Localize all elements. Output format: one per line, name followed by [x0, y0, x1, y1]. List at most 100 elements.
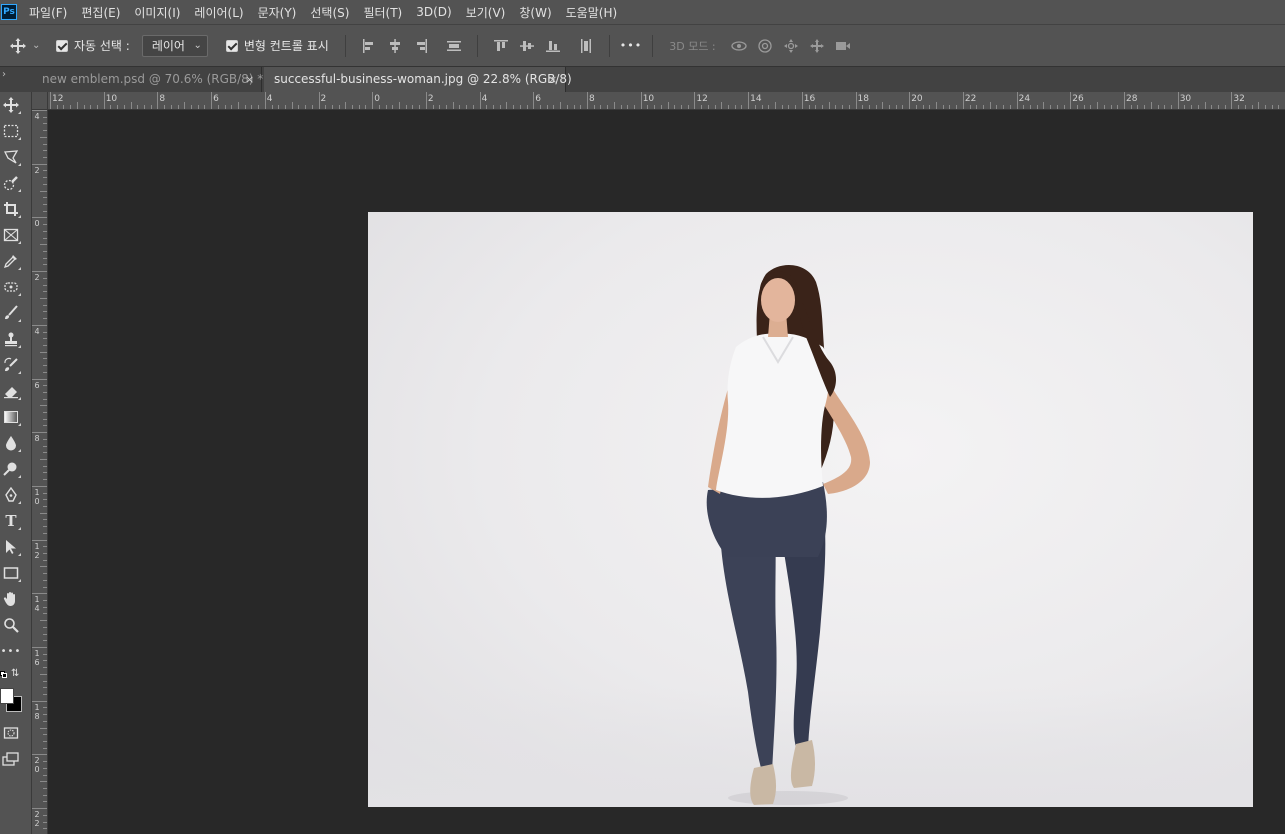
chevron-down-icon[interactable]: ⌄: [32, 40, 44, 51]
more-options-button[interactable]: •••: [620, 39, 642, 52]
menu-layer[interactable]: 레이어(L): [194, 4, 243, 21]
menu-view[interactable]: 보기(V): [466, 4, 506, 21]
foreground-color-swatch[interactable]: [0, 688, 14, 704]
clone-stamp-tool[interactable]: [0, 328, 22, 350]
ruler-minor-tick: [117, 105, 119, 109]
screen-mode-button[interactable]: [0, 748, 22, 770]
ruler-minor-tick: [486, 105, 488, 109]
auto-select-checkbox[interactable]: [56, 39, 68, 52]
menu-file[interactable]: 파일(F): [29, 4, 67, 21]
ruler-label: 2: [427, 94, 434, 104]
align-top-icon[interactable]: [491, 36, 511, 56]
ruler-origin[interactable]: [32, 92, 48, 110]
distribute-vertical-icon[interactable]: [444, 36, 464, 56]
history-brush-icon: [4, 357, 18, 372]
zoom-tool[interactable]: [0, 614, 22, 636]
slide-3d-icon[interactable]: [807, 36, 827, 56]
ruler-minor-tick: [1003, 105, 1005, 109]
patch-tool[interactable]: [0, 276, 22, 298]
ruler-minor-tick: [1110, 105, 1112, 109]
ruler-minor-tick: [43, 479, 47, 481]
brush-tool[interactable]: [0, 302, 22, 324]
menu-image[interactable]: 이미지(I): [134, 4, 180, 21]
type-tool[interactable]: T: [0, 510, 22, 532]
tab-new-emblem[interactable]: new emblem.psd @ 70.6% (RGB/8) * ×: [32, 67, 263, 93]
rectangle-tool[interactable]: [0, 562, 22, 584]
orbit-3d-icon[interactable]: [729, 36, 749, 56]
quick-selection-tool[interactable]: [0, 172, 22, 194]
ruler-minor-tick: [43, 492, 47, 494]
distribute-horizontal-icon[interactable]: [576, 36, 596, 56]
ruler-minor-tick: [452, 102, 454, 109]
menu-filter[interactable]: 필터(T): [363, 4, 402, 21]
frame-tool[interactable]: [0, 224, 22, 246]
menu-edit[interactable]: 편집(E): [81, 4, 120, 21]
roll-3d-icon[interactable]: [755, 36, 775, 56]
align-left-icon[interactable]: [359, 36, 379, 56]
hand-tool[interactable]: [0, 588, 22, 610]
ruler-minor-tick: [43, 693, 47, 695]
divider: [608, 34, 610, 57]
crop-tool[interactable]: [0, 198, 22, 220]
ruler-minor-tick: [1197, 105, 1199, 109]
ruler-label: 0: [34, 219, 40, 229]
tab-business-woman[interactable]: successful-business-woman.jpg @ 22.8% (R…: [264, 67, 572, 93]
tab-collapse-icon[interactable]: ›: [2, 69, 6, 80]
swap-colors-icon[interactable]: ⇅: [11, 668, 19, 679]
ruler-minor-tick: [848, 105, 850, 109]
close-icon[interactable]: ×: [245, 67, 254, 92]
ruler-minor-tick: [43, 311, 47, 313]
align-vertical-center-icon[interactable]: [517, 36, 537, 56]
ruler-major-tick: [32, 432, 47, 434]
canvas-area[interactable]: [48, 110, 1285, 834]
ruler-minor-tick: [734, 105, 736, 109]
menu-3d[interactable]: 3D(D): [416, 5, 451, 19]
align-bottom-icon[interactable]: [543, 36, 563, 56]
ruler-label: 26: [1072, 94, 1084, 104]
ruler-minor-tick: [707, 105, 709, 109]
ruler-minor-tick: [43, 606, 47, 608]
eraser-tool[interactable]: [0, 380, 22, 402]
pen-tool[interactable]: [0, 484, 22, 506]
auto-select-dropdown[interactable]: 레이어 ⌄: [141, 34, 208, 57]
horizontal-ruler[interactable]: 12 10 8 6 4 2 0 2 4 6 8 10 12 14 16 18 20 22 24 26 28 30 32: [32, 92, 1285, 110]
ruler-minor-tick: [43, 734, 47, 736]
ruler-minor-tick: [40, 405, 47, 407]
ruler-minor-tick: [680, 105, 682, 109]
ruler-minor-tick: [1150, 102, 1152, 109]
close-icon[interactable]: ×: [548, 67, 557, 92]
ruler-minor-tick: [63, 105, 65, 109]
blur-icon: [6, 436, 16, 451]
align-horizontal-center-icon[interactable]: [385, 36, 405, 56]
camera-3d-icon[interactable]: [833, 36, 853, 56]
move-tool-preset-icon[interactable]: [8, 36, 28, 56]
history-brush-tool[interactable]: [0, 354, 22, 376]
default-colors-icon[interactable]: [0, 671, 8, 679]
transform-controls-checkbox[interactable]: [225, 39, 238, 52]
blur-tool[interactable]: [0, 432, 22, 454]
gradient-tool[interactable]: [0, 406, 22, 428]
ruler-minor-tick: [43, 465, 47, 467]
eyedropper-tool[interactable]: [0, 250, 22, 272]
ruler-minor-tick: [956, 105, 958, 109]
ruler-minor-tick: [1056, 105, 1058, 109]
move-tool[interactable]: [0, 94, 22, 116]
edit-toolbar-button[interactable]: •••: [0, 640, 22, 662]
align-right-icon[interactable]: [411, 36, 431, 56]
vertical-ruler[interactable]: 420246810121416182022: [32, 110, 48, 834]
dodge-tool[interactable]: [0, 458, 22, 480]
quick-mask-button[interactable]: [0, 722, 22, 744]
more-tools-icon: •••: [0, 645, 22, 657]
ruler-minor-tick: [184, 102, 186, 109]
marquee-tool[interactable]: [0, 120, 22, 142]
menu-type[interactable]: 문자(Y): [258, 4, 297, 21]
ruler-minor-tick: [43, 653, 47, 655]
menu-select[interactable]: 선택(S): [310, 4, 349, 21]
ruler-minor-tick: [1103, 105, 1105, 109]
menu-window[interactable]: 창(W): [519, 4, 551, 21]
menu-help[interactable]: 도움말(H): [566, 4, 618, 21]
pan-3d-icon[interactable]: [781, 36, 801, 56]
path-selection-tool[interactable]: [0, 536, 22, 558]
document-image[interactable]: [368, 212, 1253, 807]
lasso-tool[interactable]: [0, 146, 22, 168]
